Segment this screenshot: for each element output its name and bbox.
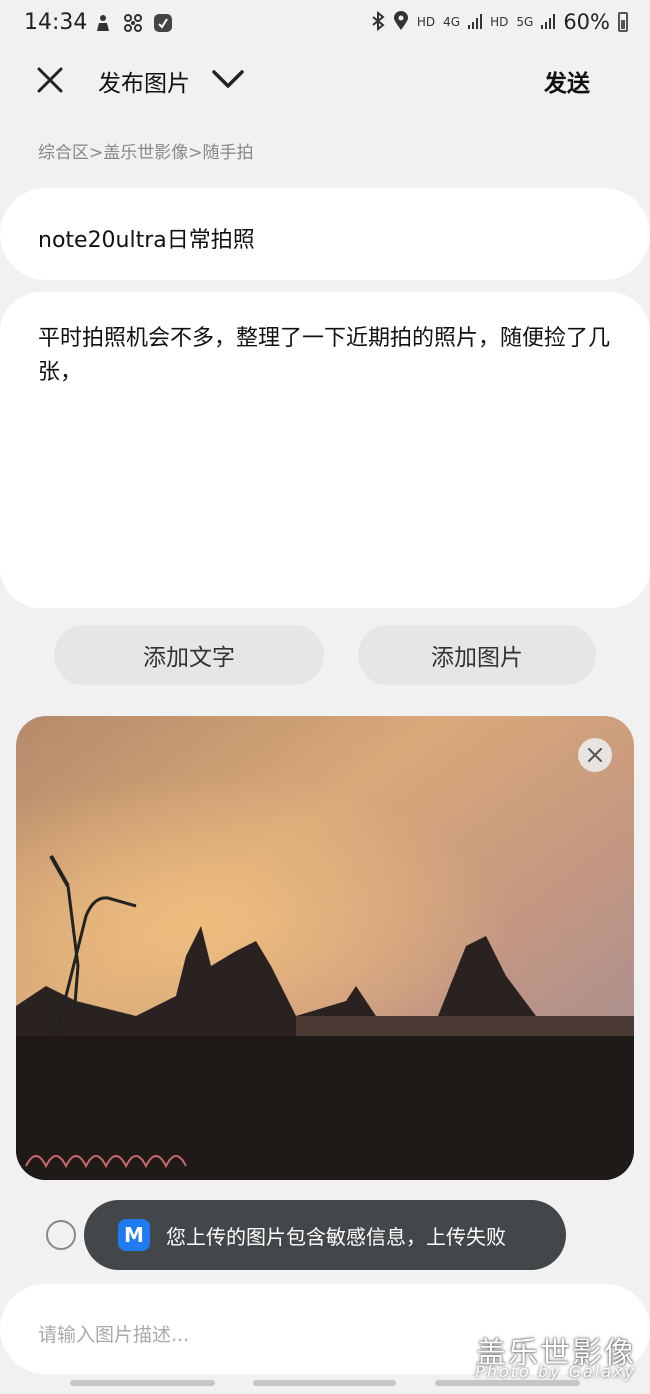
chevron-down-icon — [212, 70, 244, 88]
bluetooth-icon — [371, 10, 385, 34]
nav-segment[interactable] — [253, 1380, 396, 1386]
page-title[interactable]: 发布图片 — [98, 64, 190, 98]
breadcrumb[interactable]: 综合区>盖乐世影像>随手拍 — [38, 138, 254, 163]
close-button[interactable] — [34, 64, 66, 96]
signal-icon — [468, 13, 483, 32]
error-toast: M 您上传的图片包含敏感信息，上传失败 — [84, 1200, 566, 1270]
battery-icon — [618, 12, 628, 32]
hd-label-1: HD — [416, 15, 436, 29]
description-placeholder[interactable]: 请输入图片描述... — [38, 1320, 189, 1347]
add-text-button[interactable]: 添加文字 — [54, 625, 324, 685]
status-right-icons: HD 4G HD 5G 60% — [371, 10, 628, 34]
network-5g: 5G — [516, 15, 534, 29]
location-icon — [393, 10, 409, 34]
remove-photo-button[interactable] — [578, 738, 612, 772]
fan-icon — [122, 12, 144, 34]
system-nav-bar — [0, 1376, 650, 1394]
send-button[interactable]: 发送 — [544, 64, 590, 98]
title-dropdown-button[interactable] — [210, 66, 246, 92]
close-icon — [588, 748, 602, 762]
uploaded-photo — [16, 716, 634, 1180]
toast-message: 您上传的图片包含敏感信息，上传失败 — [166, 1224, 506, 1249]
status-time: 14:34 — [24, 10, 88, 35]
app-logo-icon: M — [118, 1219, 150, 1251]
add-image-button[interactable]: 添加图片 — [358, 625, 596, 685]
title-input-value[interactable]: note20ultra日常拍照 — [38, 222, 255, 254]
nav-segment[interactable] — [70, 1380, 215, 1386]
network-4g: 4G — [443, 15, 461, 29]
app-icon — [152, 12, 174, 34]
hd-label-2: HD — [490, 15, 509, 29]
person-icon — [92, 12, 114, 34]
cover-radio[interactable] — [46, 1220, 76, 1250]
battery-percent: 60% — [563, 10, 610, 34]
status-left-icons — [92, 12, 174, 34]
body-input-value[interactable]: 平时拍照机会不多，整理了一下近期拍的照片，随便捡了几张， — [38, 322, 618, 390]
status-bar: 14:34 HD 4G HD 5G 60% — [0, 0, 650, 50]
signal-icon — [541, 13, 556, 32]
close-icon — [37, 67, 63, 93]
nav-segment[interactable] — [435, 1380, 580, 1386]
